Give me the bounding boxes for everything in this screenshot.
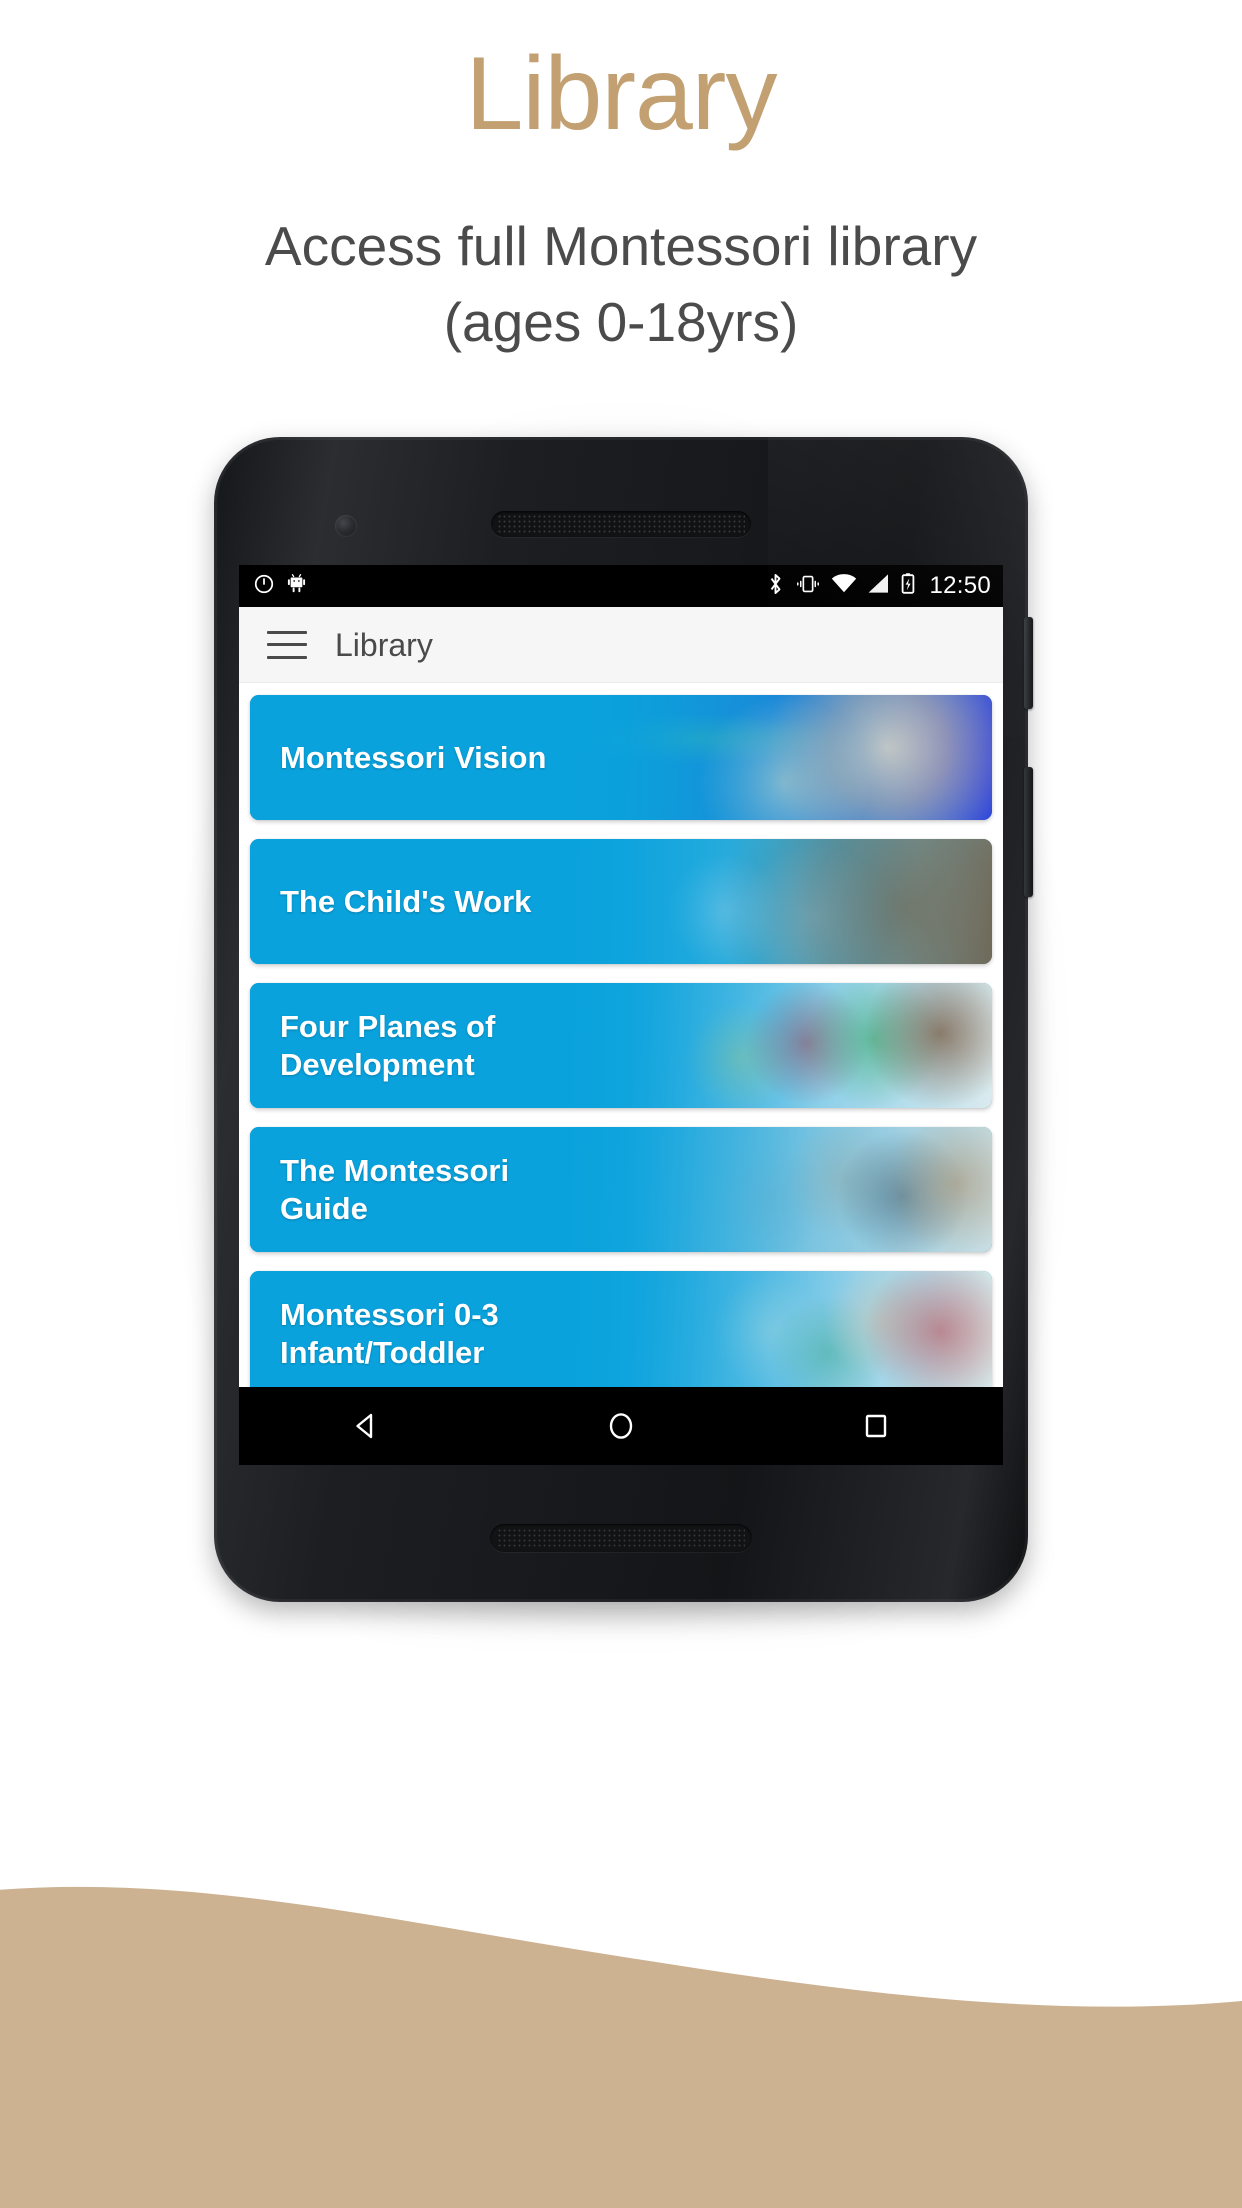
volume-button[interactable] — [1024, 767, 1033, 897]
bottom-speaker-grille — [490, 1524, 752, 1552]
recents-icon[interactable] — [833, 1387, 919, 1465]
status-bar-right-icons: 12:50 — [766, 572, 991, 601]
list-item-label: Montessori Vision — [280, 739, 547, 775]
list-item[interactable]: The Child's Work — [250, 839, 992, 964]
list-item-label: Montessori 0-3 Infant/Toddler — [280, 1296, 499, 1370]
hamburger-menu-icon[interactable] — [267, 630, 307, 659]
list-item-label: Four Planes of Development — [280, 1008, 496, 1082]
bluetooth-icon — [766, 572, 785, 601]
signal-icon — [867, 573, 890, 600]
page-title: Library — [465, 36, 778, 152]
beige-background-band — [0, 1788, 1242, 2208]
toolbar-title: Library — [335, 626, 433, 663]
promo-screenshot: Library Access full Montessori library (… — [0, 0, 1242, 2208]
earpiece-speaker-grille — [491, 511, 751, 537]
list-item[interactable]: Montessori Vision — [250, 695, 992, 820]
app-toolbar: Library — [239, 607, 1003, 683]
android-robot-icon — [286, 573, 307, 599]
status-bar-left-icons — [253, 573, 307, 600]
list-item-label: The Montessori Guide — [280, 1152, 510, 1226]
vibrate-icon — [795, 573, 821, 600]
page-subtitle-line2: (ages 0-18yrs) — [443, 291, 799, 353]
list-item[interactable]: Montessori 0-3 Infant/Toddler — [250, 1271, 992, 1387]
android-navigation-bar — [239, 1387, 1003, 1465]
battery-charging-icon — [900, 572, 916, 601]
alarm-clock-icon — [253, 573, 275, 600]
list-item[interactable]: Four Planes of Development — [250, 983, 992, 1108]
phone-screen: 12:50 Library Montessori Vision The Chil… — [239, 565, 1003, 1465]
list-item[interactable]: The Montessori Guide — [250, 1127, 992, 1252]
status-bar-clock: 12:50 — [929, 572, 991, 599]
wifi-icon — [831, 573, 857, 600]
back-icon[interactable] — [323, 1387, 409, 1465]
list-item-label: The Child's Work — [280, 883, 532, 919]
status-bar: 12:50 — [239, 565, 1003, 607]
page-subtitle-line1: Access full Montessori library — [264, 215, 978, 277]
page-subtitle: Access full Montessori library (ages 0-1… — [0, 208, 1242, 360]
front-camera-icon — [335, 515, 357, 537]
home-icon[interactable] — [578, 1387, 664, 1465]
power-button[interactable] — [1024, 617, 1033, 709]
library-list[interactable]: Montessori Vision The Child's Work Four … — [239, 683, 1003, 1387]
phone-device-mockup: 12:50 Library Montessori Vision The Chil… — [188, 417, 1054, 1627]
